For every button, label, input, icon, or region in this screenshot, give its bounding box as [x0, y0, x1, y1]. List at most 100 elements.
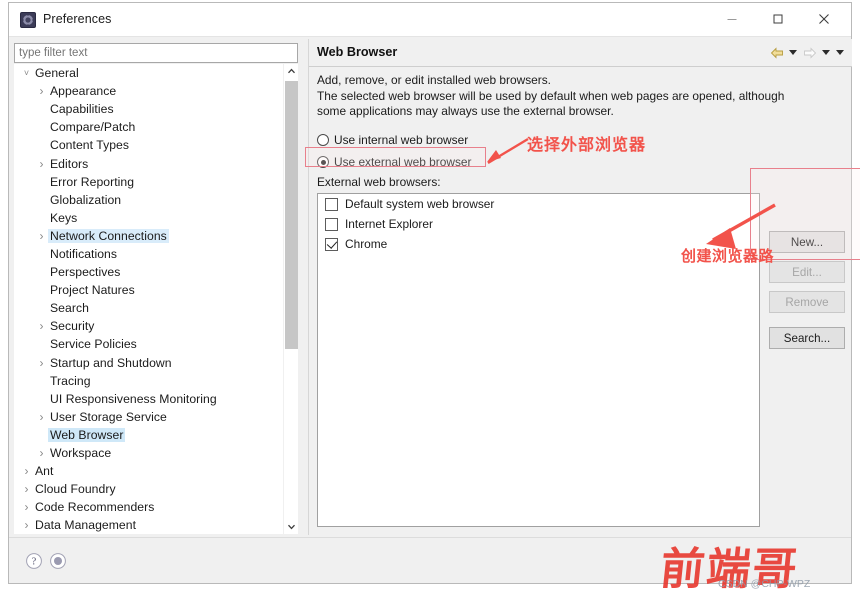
- sidebar-item-label: Security: [50, 319, 95, 334]
- list-item[interactable]: Default system web browser: [318, 194, 759, 214]
- chevron-right-icon[interactable]: ›: [20, 518, 33, 532]
- external-browsers-list[interactable]: Default system web browser Internet Explo…: [317, 193, 760, 527]
- scroll-down-icon[interactable]: [284, 519, 299, 534]
- preferences-icon: [20, 12, 36, 28]
- sidebar-item-label: Data Management: [35, 518, 137, 533]
- description-line: The selected web browser will be used by…: [317, 88, 785, 103]
- sidebar-item-cloud-foundry[interactable]: › Cloud Foundry: [14, 480, 298, 498]
- header-toolbar: [768, 44, 846, 61]
- search-input[interactable]: [14, 43, 298, 63]
- sidebar-item-label: Code Recommenders: [35, 500, 155, 515]
- sidebar-item-startup-and-shutdown[interactable]: › Startup and Shutdown: [14, 354, 298, 372]
- edit-button: Edit...: [769, 261, 845, 283]
- content-header: Web Browser: [309, 39, 852, 67]
- sidebar-item-search[interactable]: Search: [14, 299, 298, 317]
- back-dropdown-icon[interactable]: [787, 44, 799, 61]
- sidebar-item-network-connections[interactable]: › Network Connections: [14, 227, 298, 245]
- external-browsers-label: External web browsers:: [317, 175, 441, 189]
- sidebar-item-compare-patch[interactable]: Compare/Patch: [14, 118, 298, 136]
- chevron-right-icon[interactable]: ›: [20, 464, 33, 478]
- sidebar-item-label: Web Browser: [48, 427, 126, 442]
- close-icon: [819, 14, 829, 24]
- sidebar-item-label: Project Natures: [50, 283, 135, 298]
- forward-icon: [801, 44, 818, 61]
- checkbox-icon[interactable]: [325, 217, 338, 231]
- sidebar-item-data-management[interactable]: › Data Management: [14, 516, 298, 534]
- help-icon[interactable]: ?: [25, 552, 43, 570]
- sidebar-item-ui-responsiveness-monitoring[interactable]: UI Responsiveness Monitoring: [14, 390, 298, 408]
- panel-description: Add, remove, or edit installed web brows…: [317, 73, 837, 120]
- radio-use-external-browser[interactable]: Use external web browser: [317, 155, 471, 169]
- chevron-right-icon[interactable]: ›: [35, 446, 48, 460]
- chevron-right-icon[interactable]: ›: [35, 356, 48, 370]
- close-button[interactable]: [801, 3, 847, 35]
- sidebar-item-label: Ant: [35, 464, 54, 479]
- minimize-button[interactable]: [709, 3, 755, 35]
- list-item-label: Default system web browser: [345, 197, 495, 211]
- checkbox-icon[interactable]: [325, 197, 338, 211]
- sidebar-item-label: Keys: [50, 210, 78, 225]
- menu-dropdown-icon[interactable]: [834, 44, 846, 61]
- checkbox-icon[interactable]: [325, 237, 338, 251]
- list-item[interactable]: Chrome: [318, 234, 759, 254]
- pin-icon[interactable]: [49, 552, 67, 570]
- sidebar-item-label: User Storage Service: [50, 409, 167, 424]
- sidebar-item-editors[interactable]: › Editors: [14, 154, 298, 172]
- preferences-dialog: Preferences ˅General›AppearanceCapabil: [0, 0, 860, 598]
- sidebar-item-security[interactable]: › Security: [14, 317, 298, 335]
- preference-tree[interactable]: ˅ General › Appearance Capabilities Compare/P…: [14, 64, 298, 534]
- sidebar-item-code-recommenders[interactable]: › Code Recommenders: [14, 498, 298, 516]
- sidebar-item-workspace[interactable]: › Workspace: [14, 444, 298, 462]
- back-icon[interactable]: [768, 44, 785, 61]
- sidebar-item-general[interactable]: ˅ General: [14, 64, 298, 82]
- minimize-icon: [727, 19, 737, 20]
- sidebar-item-appearance[interactable]: › Appearance: [14, 82, 298, 100]
- sidebar-item-web-browser[interactable]: Web Browser: [14, 426, 298, 444]
- sidebar-item-content-types[interactable]: Content Types: [14, 136, 298, 154]
- sidebar-item-label: General: [35, 66, 79, 81]
- maximize-icon: [773, 14, 783, 24]
- list-item-label: Chrome: [345, 237, 388, 251]
- chevron-right-icon[interactable]: ›: [35, 229, 48, 243]
- sidebar-item-label: Editors: [50, 156, 89, 171]
- svg-text:?: ?: [32, 557, 37, 568]
- radio-label: Use external web browser: [334, 155, 472, 169]
- radio-use-internal-browser[interactable]: Use internal web browser: [317, 133, 468, 147]
- chevron-right-icon[interactable]: ›: [35, 84, 48, 98]
- sidebar-item-ant[interactable]: › Ant: [14, 462, 298, 480]
- sidebar-item-user-storage-service[interactable]: › User Storage Service: [14, 408, 298, 426]
- sidebar-item-capabilities[interactable]: Capabilities: [14, 100, 298, 118]
- list-item[interactable]: Internet Explorer: [318, 214, 759, 234]
- sidebar-item-label: Error Reporting: [50, 174, 135, 189]
- scrollbar-thumb[interactable]: [285, 81, 298, 349]
- chevron-right-icon[interactable]: ›: [20, 500, 33, 514]
- forward-dropdown-icon[interactable]: [820, 44, 832, 61]
- sidebar-item-label: UI Responsiveness Monitoring: [50, 391, 217, 406]
- sidebar-item-service-policies[interactable]: Service Policies: [14, 335, 298, 353]
- sidebar-item-project-natures[interactable]: Project Natures: [14, 281, 298, 299]
- chevron-right-icon[interactable]: ›: [35, 410, 48, 424]
- sidebar-item-notifications[interactable]: Notifications: [14, 245, 298, 263]
- scroll-up-icon[interactable]: [284, 64, 299, 79]
- maximize-button[interactable]: [755, 3, 801, 35]
- sidebar-item-label: Tracing: [50, 373, 91, 388]
- sidebar-item-error-reporting[interactable]: Error Reporting: [14, 173, 298, 191]
- title-bar: Preferences: [9, 3, 851, 37]
- search-button[interactable]: Search...: [769, 327, 845, 349]
- list-item-label: Internet Explorer: [345, 217, 433, 231]
- sidebar-item-perspectives[interactable]: Perspectives: [14, 263, 298, 281]
- radio-icon: [317, 134, 329, 146]
- page-title: Web Browser: [317, 45, 398, 59]
- chevron-right-icon[interactable]: ›: [35, 157, 48, 171]
- remove-button: Remove: [769, 291, 845, 313]
- tree-scrollbar[interactable]: [283, 64, 298, 534]
- sidebar-item-tracing[interactable]: Tracing: [14, 372, 298, 390]
- chevron-right-icon[interactable]: ›: [20, 482, 33, 496]
- chevron-right-icon[interactable]: ›: [35, 319, 48, 333]
- sidebar-item-keys[interactable]: Keys: [14, 209, 298, 227]
- new-button[interactable]: New...: [769, 231, 845, 253]
- sidebar-item-globalization[interactable]: Globalization: [14, 191, 298, 209]
- chevron-down-icon[interactable]: ˅: [20, 68, 33, 78]
- sidebar-item-label: Notifications: [50, 246, 118, 261]
- sidebar-item-label: Globalization: [50, 192, 122, 207]
